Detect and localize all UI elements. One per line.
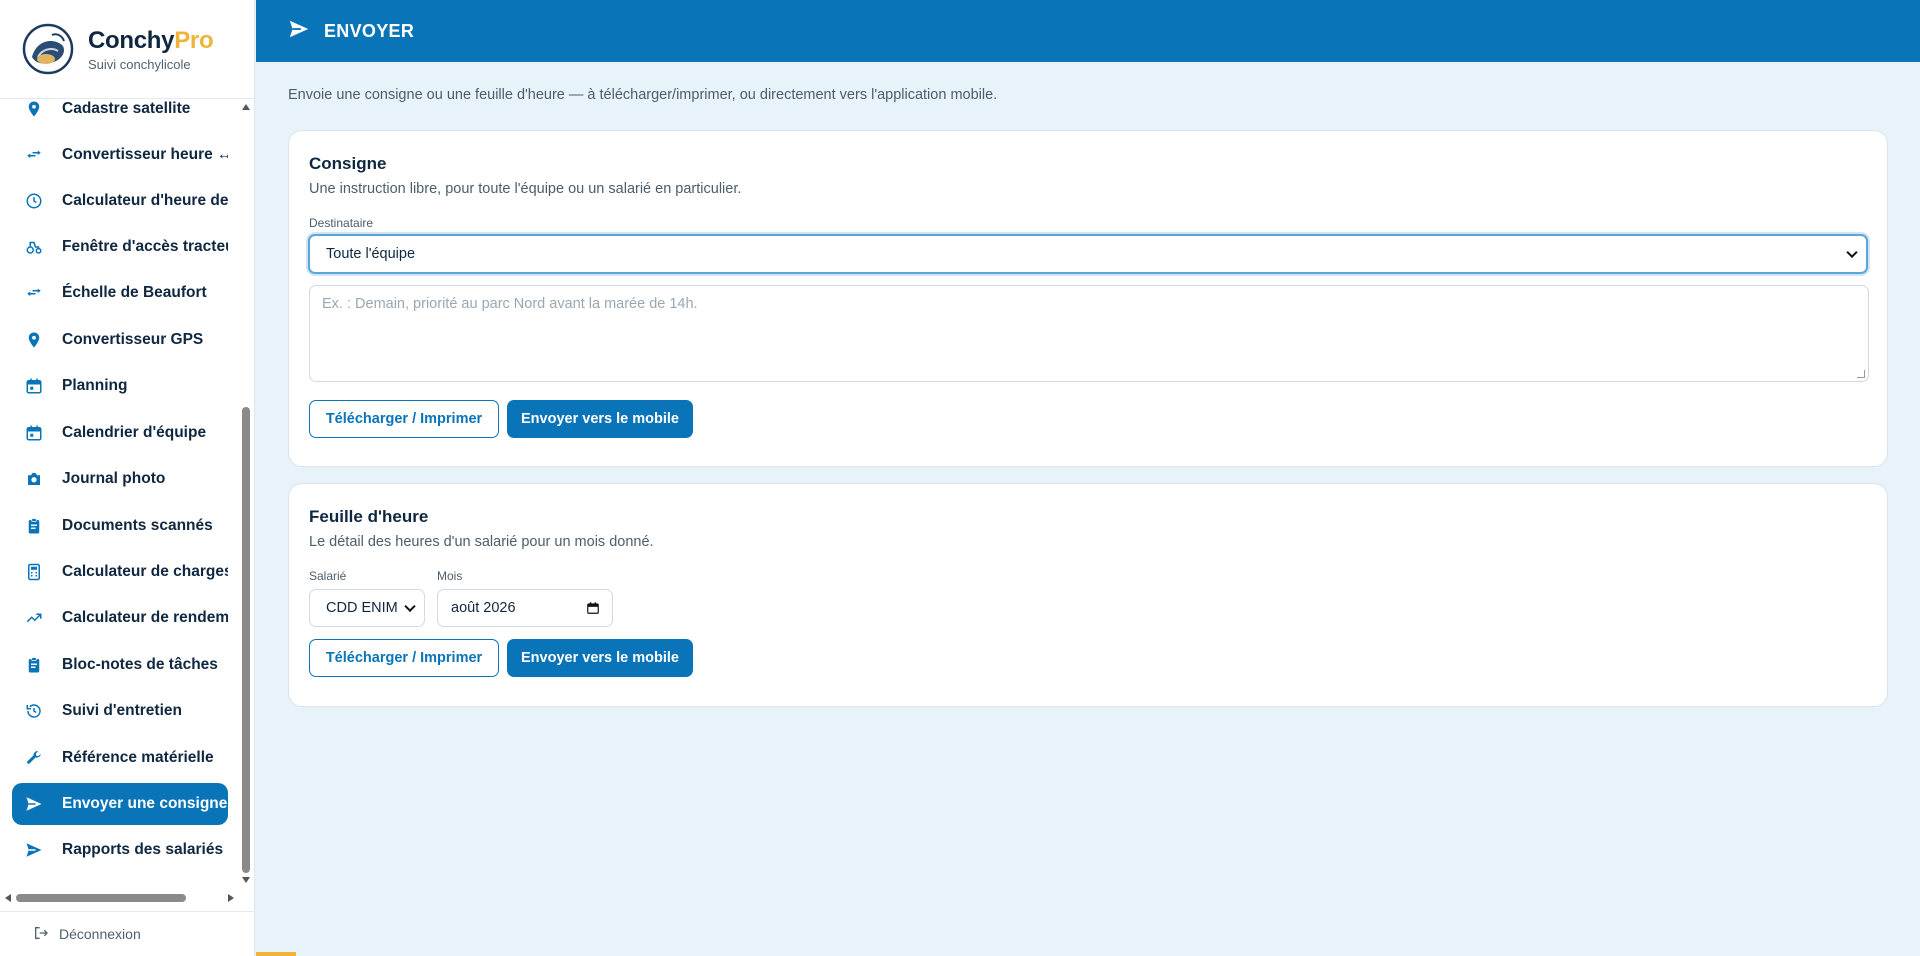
scroll-up-arrow-icon[interactable] bbox=[242, 104, 250, 110]
sidebar-item-label: Calendrier d'équipe bbox=[62, 424, 207, 441]
sidebar-item-label: Bloc-notes de tâches bbox=[62, 656, 218, 673]
send-icon bbox=[24, 840, 44, 860]
map-pin-icon bbox=[24, 330, 44, 350]
sidebar-vertical-scrollbar[interactable] bbox=[240, 99, 252, 889]
sidebar-item-calculateur-charges[interactable]: Calculateur de charges bbox=[12, 551, 228, 593]
calculator-icon bbox=[24, 562, 44, 582]
consigne-download-button[interactable]: Télécharger / Imprimer bbox=[309, 400, 499, 438]
logout-button[interactable]: Déconnexion bbox=[0, 911, 255, 956]
page-intro: Envoie une consigne ou une feuille d'heu… bbox=[288, 87, 998, 103]
logout-label: Déconnexion bbox=[59, 926, 141, 942]
calendar-icon[interactable] bbox=[586, 601, 600, 615]
sidebar-item-gps[interactable]: Convertisseur GPS bbox=[12, 319, 228, 361]
sidebar-item-label: Cadastre satellite bbox=[62, 100, 191, 117]
sidebar-item-label: Planning bbox=[62, 377, 128, 394]
employee-select[interactable]: CDD ENIM bbox=[309, 589, 425, 627]
month-value: août 2026 bbox=[451, 600, 516, 616]
brand[interactable]: ConchyPro Suivi conchylicole bbox=[0, 0, 255, 99]
clipboard-icon bbox=[24, 516, 44, 536]
resize-handle-icon[interactable] bbox=[1857, 370, 1865, 378]
month-label: Mois bbox=[437, 569, 463, 583]
recipient-value: Toute l'équipe bbox=[326, 246, 416, 262]
bottom-strip bbox=[256, 952, 1920, 956]
accent-bar bbox=[256, 952, 296, 956]
sidebar-item-calendrier-equipe[interactable]: Calendrier d'équipe bbox=[12, 412, 228, 454]
scroll-right-arrow-icon[interactable] bbox=[228, 894, 234, 902]
wrench-icon bbox=[24, 748, 44, 768]
employee-label: Salarié bbox=[309, 569, 347, 583]
brand-subtitle: Suivi conchylicole bbox=[88, 56, 191, 72]
page-header: ENVOYER bbox=[256, 0, 1920, 62]
chevron-down-icon bbox=[404, 600, 416, 613]
message-placeholder: Ex. : Demain, priorité au parc Nord avan… bbox=[322, 296, 698, 312]
scroll-down-arrow-icon[interactable] bbox=[242, 877, 250, 883]
sidebar-item-calculateur-rendement[interactable]: Calculateur de rendement bbox=[12, 597, 228, 639]
camera-icon bbox=[24, 469, 44, 489]
sidebar-item-label: Journal photo bbox=[62, 470, 166, 487]
consigne-card: Consigne Une instruction libre, pour tou… bbox=[288, 130, 1888, 467]
sidebar-item-label: Suivi d'entretien bbox=[62, 702, 182, 719]
sidebar-item-planning[interactable]: Planning bbox=[12, 365, 228, 407]
sidebar-item-calculateur-depart[interactable]: Calculateur d'heure de départ bbox=[12, 180, 228, 222]
message-textarea[interactable]: Ex. : Demain, priorité au parc Nord avan… bbox=[309, 285, 1869, 382]
history-icon bbox=[24, 701, 44, 721]
sidebar-item-label: Calculateur de charges bbox=[62, 563, 228, 580]
chevron-down-icon bbox=[1846, 246, 1858, 259]
sidebar-item-suivi-entretien[interactable]: Suivi d'entretien bbox=[12, 690, 228, 732]
calendar-icon bbox=[24, 423, 44, 443]
scroll-left-arrow-icon[interactable] bbox=[5, 894, 11, 902]
sidebar-item-label: Fenêtre d'accès tracteur bbox=[62, 238, 228, 255]
timesheet-title: Feuille d'heure bbox=[309, 507, 429, 526]
sidebar-item-label: Calculateur d'heure de départ bbox=[62, 192, 228, 209]
oyster-logo-icon bbox=[22, 23, 74, 75]
sidebar-item-journal-photo[interactable]: Journal photo bbox=[12, 458, 228, 500]
sidebar-item-label: Échelle de Beaufort bbox=[62, 284, 207, 301]
sidebar-item-rapports-salaries[interactable]: Rapports des salariés bbox=[12, 829, 228, 871]
consigne-description: Une instruction libre, pour toute l'équi… bbox=[309, 181, 742, 197]
clipboard-icon bbox=[24, 655, 44, 675]
consigne-title: Consigne bbox=[309, 154, 387, 173]
sidebar-item-cadastre-satellite[interactable]: Cadastre satellite bbox=[12, 99, 228, 130]
sidebar-item-fenetre-tracteur[interactable]: Fenêtre d'accès tracteur bbox=[12, 226, 228, 268]
sidebar-item-label: Convertisseur GPS bbox=[62, 331, 204, 348]
timesheet-download-button[interactable]: Télécharger / Imprimer bbox=[309, 639, 499, 677]
tractor-icon bbox=[24, 237, 44, 257]
sidebar-item-convertisseur-heure[interactable]: Convertisseur heure ↔ hauteur bbox=[12, 134, 228, 176]
sidebar-item-label: Documents scannés bbox=[62, 517, 213, 534]
scrollbar-thumb[interactable] bbox=[16, 894, 186, 902]
trend-up-icon bbox=[24, 608, 44, 628]
recipient-label: Destinataire bbox=[309, 216, 374, 230]
map-pin-icon bbox=[24, 99, 44, 119]
sidebar-horizontal-scrollbar[interactable] bbox=[0, 891, 240, 905]
send-icon bbox=[288, 18, 310, 45]
sidebar-nav[interactable]: Cadastre satellite Convertisseur heure ↔… bbox=[0, 99, 255, 894]
sidebar-item-label: Rapports des salariés bbox=[62, 841, 224, 858]
page-title: ENVOYER bbox=[324, 20, 415, 41]
consigne-send-mobile-button[interactable]: Envoyer vers le mobile bbox=[507, 400, 693, 438]
brand-name: ConchyPro bbox=[88, 26, 214, 54]
recipient-select[interactable]: Toute l'équipe bbox=[308, 234, 1868, 274]
sidebar-item-bloc-notes[interactable]: Bloc-notes de tâches bbox=[12, 644, 228, 686]
sidebar-item-reference-materielle[interactable]: Référence matérielle bbox=[12, 737, 228, 779]
timesheet-description: Le détail des heures d'un salarié pour u… bbox=[309, 534, 654, 550]
calendar-icon bbox=[24, 376, 44, 396]
sidebar-item-documents-scannes[interactable]: Documents scannés bbox=[12, 505, 228, 547]
clock-icon bbox=[24, 191, 44, 211]
sidebar: ConchyPro Suivi conchylicole Cadastre sa… bbox=[0, 0, 255, 956]
swap-arrows-icon bbox=[24, 145, 44, 165]
sidebar-item-envoyer-consigne[interactable]: Envoyer une consigne bbox=[12, 783, 228, 825]
logout-icon bbox=[33, 925, 49, 944]
sidebar-item-beaufort[interactable]: Échelle de Beaufort bbox=[12, 272, 228, 314]
month-input[interactable]: août 2026 bbox=[437, 589, 613, 627]
timesheet-send-mobile-button[interactable]: Envoyer vers le mobile bbox=[507, 639, 693, 677]
employee-value: CDD ENIM bbox=[326, 600, 398, 616]
timesheet-card: Feuille d'heure Le détail des heures d'u… bbox=[288, 483, 1888, 707]
send-icon bbox=[24, 794, 44, 814]
sidebar-item-label: Calculateur de rendement bbox=[62, 609, 228, 626]
sidebar-item-label: Convertisseur heure ↔ hauteur bbox=[62, 146, 228, 163]
swap-arrows-icon bbox=[24, 283, 44, 303]
sidebar-item-label: Envoyer une consigne bbox=[62, 795, 228, 812]
scrollbar-thumb[interactable] bbox=[242, 407, 250, 873]
sidebar-item-label: Référence matérielle bbox=[62, 749, 214, 766]
